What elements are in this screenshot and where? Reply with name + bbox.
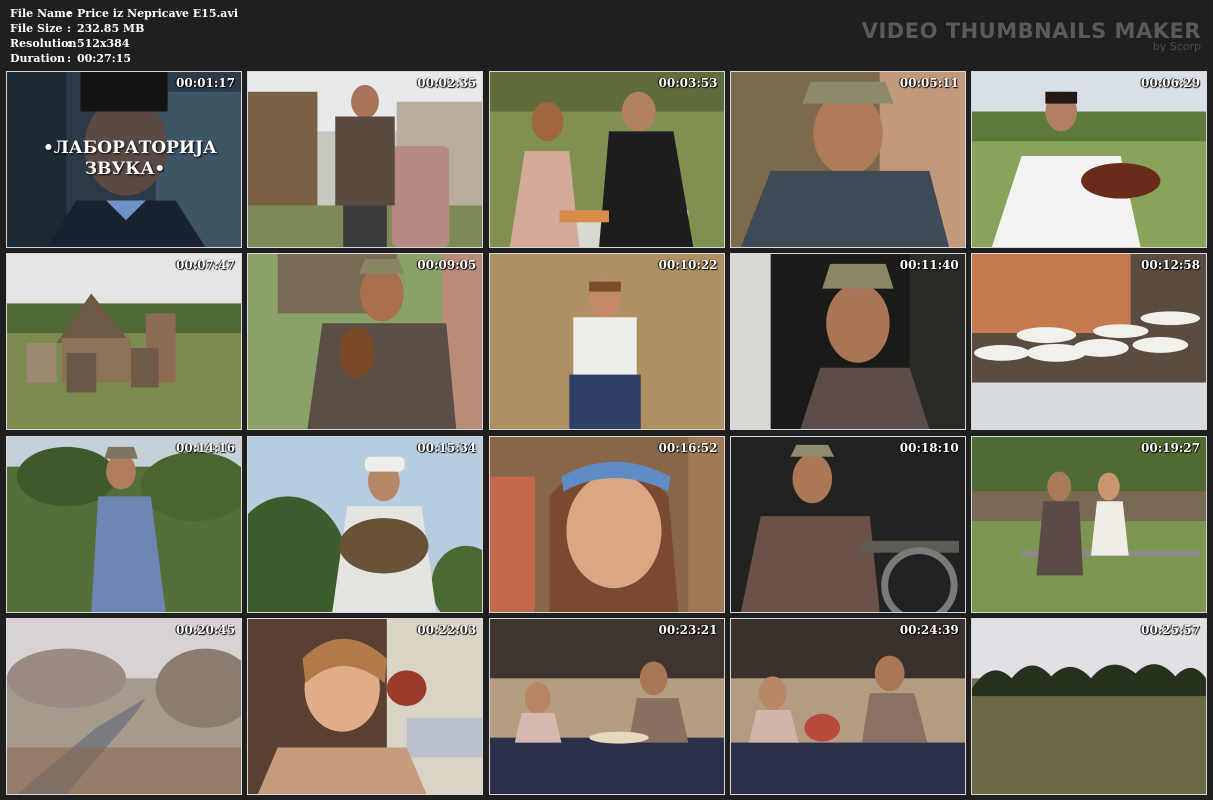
file-info-panel: File Name : Price iz Nepricave E15.avi F… (10, 6, 238, 66)
file-name-row: File Name : Price iz Nepricave E15.avi (10, 6, 238, 21)
thumbnail-image (730, 254, 965, 430)
thumbnail-image (7, 254, 241, 430)
thumbnail-image (730, 618, 965, 794)
resolution-value: 512x384 (77, 37, 130, 50)
timestamp: 00:15:34 (417, 440, 477, 455)
thumbnail-image (489, 72, 724, 247)
timestamp: 00:03:53 (658, 76, 718, 90)
thumbnail-image (248, 72, 483, 247)
thumbnail[interactable]: 00:03:53 (488, 71, 725, 248)
timestamp: 00:19:27 (1141, 440, 1200, 455)
file-name-label: File Name (10, 7, 73, 20)
thumbnail[interactable]: 00:07:47 (6, 253, 242, 431)
file-name-value: Price iz Nepricave E15.avi (77, 7, 239, 20)
timestamp: 00:16:52 (658, 440, 718, 455)
thumbnail-image (248, 618, 483, 794)
timestamp: 00:14:16 (176, 440, 235, 455)
timestamp: 00:20:45 (176, 622, 235, 637)
thumbnail[interactable]: 00:25:57 (971, 617, 1207, 795)
timestamp: 00:10:22 (658, 258, 718, 273)
separator: : (67, 7, 72, 20)
thumbnail[interactable]: 00:06:29 (971, 71, 1207, 248)
thumbnail-image (972, 436, 1206, 612)
timestamp: 00:23:21 (658, 622, 718, 637)
file-size-label: File Size (10, 22, 63, 35)
thumbnail[interactable]: 00:19:27 (971, 435, 1207, 613)
thumbnail[interactable]: 00:14:16 (6, 435, 242, 613)
thumbnail[interactable]: 00:11:40 (729, 253, 966, 431)
title-overlay: •ЛАБОРАТОРИЈА ЗВУКА• (43, 138, 217, 179)
duration-label: Duration (10, 52, 66, 65)
thumbnail[interactable]: 00:23:21 (488, 617, 725, 795)
thumbnail-image (7, 436, 241, 612)
timestamp: 00:12:58 (1141, 258, 1200, 273)
thumbnail-image (972, 254, 1206, 430)
thumbnail[interactable]: 00:10:22 (488, 253, 725, 431)
separator: : (67, 37, 72, 50)
thumbnail[interactable]: 00:24:39 (729, 617, 966, 795)
thumbnail-image (972, 618, 1206, 794)
timestamp: 00:18:10 (899, 440, 959, 455)
timestamp: 00:02:35 (417, 76, 477, 90)
thumbnail-image (489, 618, 724, 794)
timestamp: 00:24:39 (899, 622, 959, 637)
brand-logo: VIDEO THUMBNAILS MAKER by Scorp (862, 20, 1201, 53)
thumbnail-image (972, 72, 1206, 247)
timestamp: 00:05:11 (899, 76, 959, 90)
file-size-value: 232.85 MB (77, 22, 145, 35)
thumbnail[interactable]: 00:22:03 (247, 617, 484, 795)
thumbnail-image (489, 254, 724, 430)
thumbnail[interactable]: •ЛАБОРАТОРИЈА ЗВУКА• 00:01:17 (6, 71, 242, 248)
thumbnail-image (730, 436, 965, 612)
thumbnail-grid: •ЛАБОРАТОРИЈА ЗВУКА• 00:01:17 00:02:35 0… (6, 71, 1207, 795)
file-size-row: File Size : 232.85 MB (10, 21, 238, 36)
thumbnail[interactable]: 00:12:58 (971, 253, 1207, 431)
thumbnail[interactable]: 00:02:35 (247, 71, 484, 248)
timestamp: 00:22:03 (417, 622, 477, 637)
thumbnail-image (489, 436, 724, 612)
separator: : (67, 22, 72, 35)
duration-row: Duration : 00:27:15 (10, 51, 238, 66)
thumbnail[interactable]: 00:15:34 (247, 435, 484, 613)
thumbnail[interactable]: 00:05:11 (729, 71, 966, 248)
thumbnail-image (248, 254, 483, 430)
thumbnail-image (730, 72, 965, 247)
timestamp: 00:09:05 (417, 258, 477, 273)
thumbnail-image (7, 618, 241, 794)
resolution-label: Resolution (10, 37, 77, 50)
timestamp: 00:11:40 (899, 258, 959, 273)
timestamp: 00:06:29 (1141, 76, 1200, 90)
thumbnail[interactable]: 00:20:45 (6, 617, 242, 795)
thumbnail[interactable]: 00:16:52 (488, 435, 725, 613)
brand-title: VIDEO THUMBNAILS MAKER (861, 19, 1201, 43)
thumbnail[interactable]: 00:09:05 (247, 253, 484, 431)
thumbnail[interactable]: 00:18:10 (729, 435, 966, 613)
timestamp: 00:01:17 (176, 76, 235, 90)
timestamp: 00:07:47 (176, 258, 235, 273)
resolution-row: Resolution : 512x384 (10, 36, 238, 51)
timestamp: 00:25:57 (1141, 622, 1200, 637)
thumbnail-image (248, 436, 483, 612)
duration-value: 00:27:15 (77, 52, 132, 65)
separator: : (67, 52, 72, 65)
